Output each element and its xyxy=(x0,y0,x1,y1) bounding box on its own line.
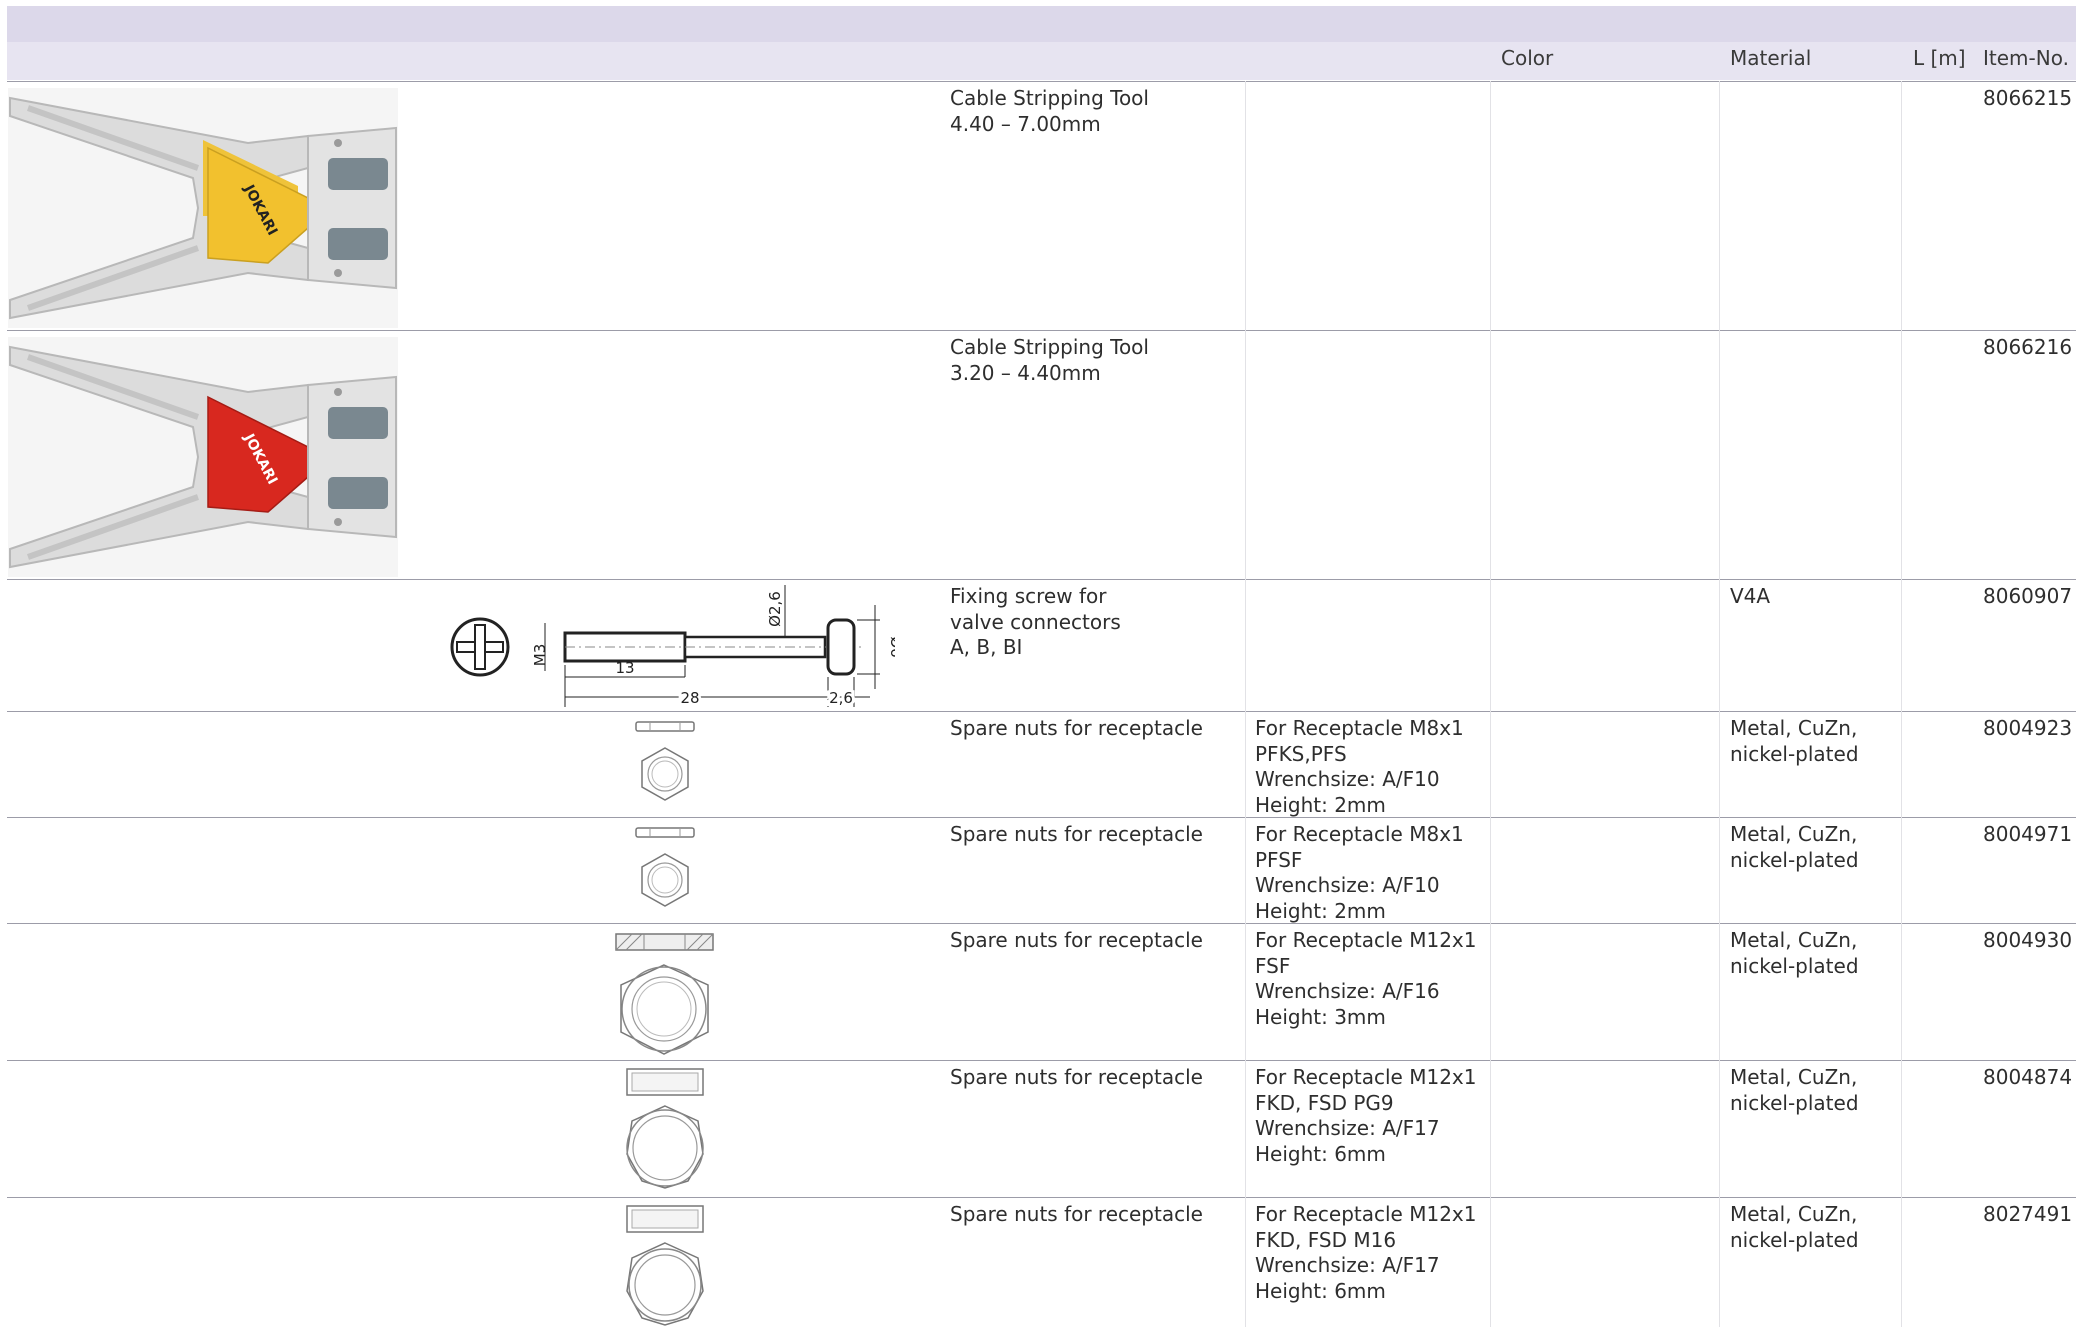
header-item-no: Item-No. xyxy=(1983,46,2069,70)
description: Spare nuts for receptacle xyxy=(950,822,1203,846)
item-number: 8004874 xyxy=(1983,1065,2073,1089)
row-divider xyxy=(7,923,2076,924)
nut-small-drawing xyxy=(630,718,700,808)
spec: For Receptacle M8x1 PFSF Wrenchsize: A/F… xyxy=(1255,822,1464,923)
dim-head-length-label: 2,6 xyxy=(829,689,853,707)
item-number: 8060907 xyxy=(1983,584,2073,608)
description: Cable Stripping Tool 3.20 – 4.40mm xyxy=(950,335,1149,385)
product-table-page: Color Material L [m] Item-No. JOKARI Cab… xyxy=(0,0,2076,1327)
header-material: Material xyxy=(1730,46,1812,70)
material: Metal, CuZn, nickel-plated xyxy=(1730,1065,1859,1115)
item-number: 8004971 xyxy=(1983,822,2073,846)
description: Cable Stripping Tool 4.40 – 7.00mm xyxy=(950,86,1149,136)
row-divider xyxy=(7,81,2076,82)
dim-total-length-label: 28 xyxy=(680,689,699,707)
description: Spare nuts for receptacle xyxy=(950,1202,1203,1226)
spec: For Receptacle M8x1 PFKS,PFS Wrenchsize:… xyxy=(1255,716,1464,817)
row-divider xyxy=(7,1060,2076,1061)
column-guide xyxy=(1719,81,1720,1327)
row-divider xyxy=(7,1197,2076,1198)
header-color: Color xyxy=(1501,46,1554,70)
material: Metal, CuZn, nickel-plated xyxy=(1730,716,1859,766)
dim-head-dia-label: Ø6 xyxy=(887,636,895,657)
material: Metal, CuZn, nickel-plated xyxy=(1730,1202,1859,1252)
column-guide xyxy=(1490,81,1491,1327)
row-divider xyxy=(7,817,2076,818)
header-length: L [m] xyxy=(1913,46,1966,70)
nut-round-drawing xyxy=(622,1203,708,1327)
spec: For Receptacle M12x1 FKD, FSD M16 Wrench… xyxy=(1255,1202,1477,1303)
nut-large-drawing xyxy=(612,930,717,1058)
column-guide xyxy=(1901,81,1902,1327)
header-band xyxy=(7,6,2076,42)
item-number: 8066216 xyxy=(1983,335,2073,359)
description: Fixing screw for valve connectors A, B, … xyxy=(950,584,1121,660)
cable-stripping-tool-yellow-image: JOKARI xyxy=(8,88,398,328)
nut-round-drawing xyxy=(622,1066,708,1192)
item-number: 8004923 xyxy=(1983,716,2073,740)
fixing-screw-drawing: M3 13 28 2,6 Ø2,6 Ø6 xyxy=(445,585,895,710)
material: Metal, CuZn, nickel-plated xyxy=(1730,928,1859,978)
row-divider xyxy=(7,711,2076,712)
material: V4A xyxy=(1730,584,1771,608)
dim-thread-length-label: 13 xyxy=(615,659,634,677)
row-divider xyxy=(7,579,2076,580)
nut-small-drawing xyxy=(630,824,700,914)
description: Spare nuts for receptacle xyxy=(950,928,1203,952)
dim-thread-label: M3 xyxy=(531,644,549,667)
description: Spare nuts for receptacle xyxy=(950,1065,1203,1089)
cable-stripping-tool-red-image: JOKARI xyxy=(8,337,398,577)
spec: For Receptacle M12x1 FKD, FSD PG9 Wrench… xyxy=(1255,1065,1477,1166)
material: Metal, CuZn, nickel-plated xyxy=(1730,822,1859,872)
row-divider xyxy=(7,330,2076,331)
column-guide xyxy=(1245,81,1246,1327)
dim-shaft-dia-label: Ø2,6 xyxy=(766,591,784,627)
spec: For Receptacle M12x1 FSF Wrenchsize: A/F… xyxy=(1255,928,1477,1029)
description: Spare nuts for receptacle xyxy=(950,716,1203,740)
item-number: 8066215 xyxy=(1983,86,2073,110)
item-number: 8004930 xyxy=(1983,928,2073,952)
item-number: 8027491 xyxy=(1983,1202,2073,1226)
